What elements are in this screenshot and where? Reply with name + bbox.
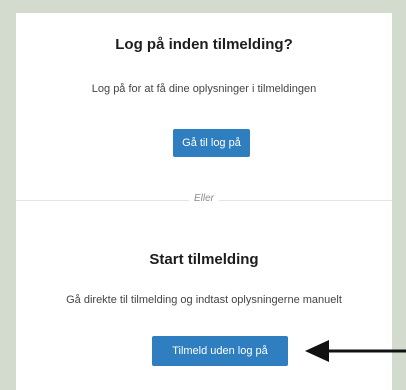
start-description: Gå direkte til tilmelding og indtast opl… (66, 294, 342, 306)
start-heading: Start tilmelding (149, 251, 259, 268)
go-to-login-button[interactable]: Gå til log på (173, 129, 250, 157)
signup-card: Log på inden tilmelding? Log på for at f… (16, 13, 392, 390)
signup-without-login-button[interactable]: Tilmeld uden log på (152, 336, 288, 366)
login-heading: Log på inden tilmelding? (115, 36, 293, 53)
login-description: Log på for at få dine oplysninger i tilm… (91, 83, 317, 95)
or-divider: Eller (16, 193, 392, 204)
divider-label: Eller (193, 193, 214, 204)
